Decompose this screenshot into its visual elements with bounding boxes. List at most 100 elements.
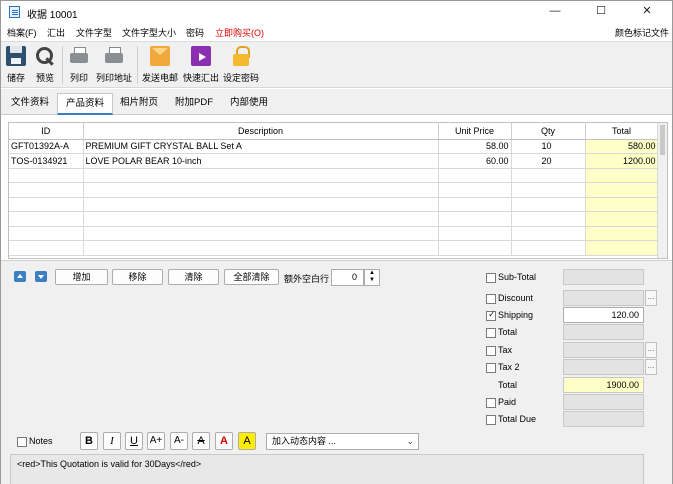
cell-unit-price[interactable]: 60.00 (438, 153, 512, 169)
cell-unit-price[interactable]: 58.00 (438, 139, 512, 154)
cell-description[interactable] (83, 197, 439, 212)
send-email-button[interactable]: 发送电邮 (141, 46, 179, 86)
cell-qty[interactable]: 20 (511, 153, 586, 169)
menu-color-tag[interactable]: 颜色标记文件 (615, 26, 669, 39)
cell-qty[interactable] (511, 226, 586, 241)
cell-qty[interactable] (511, 182, 586, 198)
column-header-qty[interactable]: Qty (511, 123, 586, 140)
shipping-checkbox[interactable] (486, 309, 496, 321)
save-button[interactable]: 储存 (5, 46, 27, 86)
clear-all-button[interactable]: 全部清除 (224, 269, 279, 285)
column-header-total[interactable]: Total (585, 123, 659, 140)
strikethrough-button[interactable]: A (192, 432, 210, 450)
menu-font[interactable]: 文件字型 (76, 26, 112, 39)
italic-button[interactable]: I (103, 432, 121, 450)
print-button[interactable]: 列印 (67, 46, 91, 86)
cell-qty[interactable]: 10 (511, 139, 586, 154)
table-row[interactable]: TOS-0134921 LOVE POLAR BEAR 10-inch 60.00 2… (9, 153, 659, 169)
paid-checkbox[interactable] (486, 398, 496, 408)
table-row[interactable] (9, 197, 659, 212)
cell-description[interactable]: PREMIUM GIFT CRYSTAL BALL Set A (83, 139, 439, 154)
tax-options-button[interactable]: ... (645, 342, 657, 358)
notes-textarea[interactable]: <red>This Quotation is valid for 30Days<… (10, 454, 644, 484)
increase-font-button[interactable]: A+ (147, 432, 165, 450)
move-row-down-button[interactable] (35, 271, 47, 282)
tax2-checkbox[interactable] (486, 363, 496, 373)
cell-unit-price[interactable] (438, 211, 512, 227)
cell-id[interactable] (9, 182, 84, 198)
minimize-button[interactable]: — (532, 1, 578, 23)
print-address-button[interactable]: 列印地址 (95, 46, 133, 86)
cell-id[interactable] (9, 197, 84, 212)
menu-file[interactable]: 档案(F) (7, 26, 37, 39)
cell-total[interactable] (585, 240, 659, 256)
remove-row-button[interactable]: 移除 (112, 269, 163, 285)
highlight-button[interactable]: A (238, 432, 256, 450)
table-row[interactable] (9, 226, 659, 241)
table-row[interactable] (9, 240, 659, 256)
cell-qty[interactable] (511, 168, 586, 183)
spin-stepper[interactable]: ▲ ▼ (364, 269, 380, 286)
subtotal-checkbox[interactable] (486, 273, 496, 283)
cell-total[interactable] (585, 211, 659, 227)
table-row[interactable]: GFT01392A-A PREMIUM GIFT CRYSTAL BALL Set… (9, 139, 659, 154)
clear-row-button[interactable]: 清除 (168, 269, 219, 285)
cell-id[interactable]: GFT01392A-A (9, 139, 84, 154)
add-row-button[interactable]: 增加 (55, 269, 108, 285)
cell-total[interactable] (585, 197, 659, 212)
tab-photo-attachments[interactable]: 相片附页 (112, 93, 166, 115)
cell-description[interactable]: LOVE POLAR BEAR 10-inch (83, 153, 439, 169)
tab-product-info[interactable]: 产品资料 (57, 93, 114, 115)
cell-description[interactable] (83, 168, 439, 183)
preview-button[interactable]: 预览 (33, 46, 57, 86)
discount-checkbox[interactable] (486, 294, 496, 304)
table-row[interactable] (9, 168, 659, 183)
quick-export-button[interactable]: 快速汇出 (182, 46, 220, 86)
grid-scrollbar[interactable] (657, 123, 667, 258)
close-button[interactable]: ✕ (624, 1, 670, 23)
cell-description[interactable] (83, 240, 439, 256)
cell-id[interactable] (9, 168, 84, 183)
maximize-button[interactable]: ☐ (578, 1, 624, 23)
cell-total[interactable]: 580.00 (585, 139, 659, 154)
cell-qty[interactable] (511, 211, 586, 227)
table-row[interactable] (9, 182, 659, 198)
tab-document-info[interactable]: 文件资料 (3, 93, 57, 115)
cell-total[interactable] (585, 168, 659, 183)
table-row[interactable] (9, 211, 659, 227)
shipping-field[interactable]: 120.00 (563, 307, 644, 323)
column-header-id[interactable]: ID (9, 123, 84, 140)
cell-id[interactable] (9, 226, 84, 241)
extra-blank-rows-input[interactable]: 0 (331, 269, 364, 286)
column-header-unit-price[interactable]: Unit Price (438, 123, 512, 140)
cell-total[interactable] (585, 226, 659, 241)
cell-unit-price[interactable] (438, 240, 512, 256)
text-color-button[interactable]: A (215, 432, 233, 450)
cell-id[interactable]: TOS-0134921 (9, 153, 84, 169)
cell-qty[interactable] (511, 197, 586, 212)
set-password-button[interactable]: 设定密码 (222, 46, 260, 86)
tab-attach-pdf[interactable]: 附加PDF (167, 93, 221, 115)
cell-id[interactable] (9, 240, 84, 256)
total-checkbox[interactable] (486, 328, 496, 338)
cell-description[interactable] (83, 226, 439, 241)
cell-total[interactable]: 1200.00 (585, 153, 659, 169)
dynamic-content-dropdown[interactable]: 加入动态内容 ... ⌄ (266, 433, 419, 450)
menu-font-size[interactable]: 文件字型大小 (122, 26, 176, 39)
cell-unit-price[interactable] (438, 197, 512, 212)
cell-id[interactable] (9, 211, 84, 227)
tab-internal-use[interactable]: 内部使用 (222, 93, 276, 115)
cell-description[interactable] (83, 182, 439, 198)
total-due-checkbox[interactable] (486, 415, 496, 425)
cell-unit-price[interactable] (438, 182, 512, 198)
column-header-description[interactable]: Description (83, 123, 439, 140)
menu-buy-now[interactable]: 立即购买(O) (215, 26, 264, 39)
decrease-font-button[interactable]: A- (170, 432, 188, 450)
menu-export[interactable]: 汇出 (47, 26, 65, 39)
bold-button[interactable]: B (80, 432, 98, 450)
cell-qty[interactable] (511, 240, 586, 256)
cell-description[interactable] (83, 211, 439, 227)
underline-button[interactable]: U (125, 432, 143, 450)
cell-total[interactable] (585, 182, 659, 198)
menu-password[interactable]: 密码 (186, 26, 204, 39)
